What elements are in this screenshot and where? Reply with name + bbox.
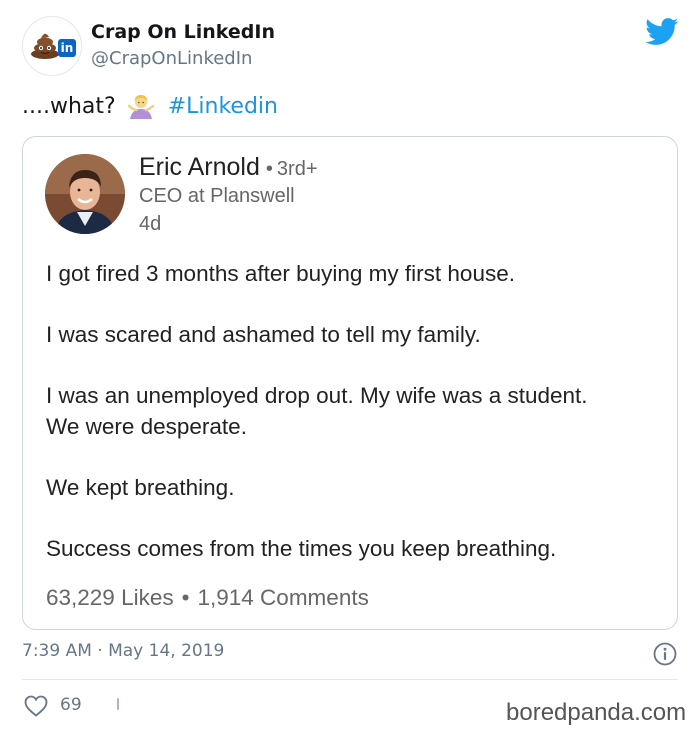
heart-icon[interactable] [24, 695, 48, 717]
embedded-linkedin-post[interactable]: Eric Arnold • 3rd+ CEO at Planswell 4d I g… [22, 136, 678, 630]
author-separator: • [265, 158, 273, 180]
author-photo [45, 154, 125, 234]
post-comments: 1,914 Comments [197, 585, 369, 610]
reply-icon[interactable] [117, 698, 119, 710]
post-line: Success comes from the times you keep br… [46, 536, 557, 561]
post-line: I got fired 3 months after buying my fir… [46, 261, 515, 286]
post-line: I was scared and ashamed to tell my fami… [46, 322, 481, 347]
connection-degree: 3rd+ [276, 158, 318, 180]
author-line: Eric Arnold • 3rd+ [139, 153, 318, 182]
post-line: We kept breathing. [46, 475, 235, 500]
author-title: CEO at Planswell [139, 185, 295, 207]
account-handle[interactable]: @CrapOnLinkedIn [91, 48, 252, 69]
tweet-text: ....what? #Linkedin [22, 93, 278, 119]
author-name: Eric Arnold [139, 153, 260, 181]
post-likes: 63,229 Likes [46, 585, 174, 610]
stats-separator: • [181, 585, 190, 610]
info-icon[interactable] [653, 642, 677, 666]
divider [22, 679, 678, 680]
watermark: boredpanda.com [506, 699, 687, 726]
like-count: 69 [60, 695, 82, 715]
twitter-bird-icon[interactable] [645, 18, 679, 46]
display-name[interactable]: Crap On LinkedIn [91, 21, 275, 43]
tweet-timestamp[interactable]: 7:39 AM · May 14, 2019 [22, 641, 224, 661]
tweet-text-prefix: ....what? [22, 93, 116, 119]
post-line: I was an unemployed drop out. My wife wa… [46, 383, 588, 408]
post-stats: 63,229 Likes • 1,914 Comments [46, 585, 369, 611]
pile-of-poo-icon [31, 33, 59, 59]
linkedin-icon: in [58, 39, 76, 57]
post-line: We were desperate. [46, 414, 247, 439]
account-avatar[interactable]: in [22, 16, 82, 76]
post-age: 4d [139, 213, 162, 235]
tweet-card: in Crap On LinkedIn @CrapOnLinkedIn ....… [0, 0, 700, 733]
hashtag-link[interactable]: #Linkedin [168, 94, 278, 119]
shrug-emoji-icon [127, 95, 154, 119]
